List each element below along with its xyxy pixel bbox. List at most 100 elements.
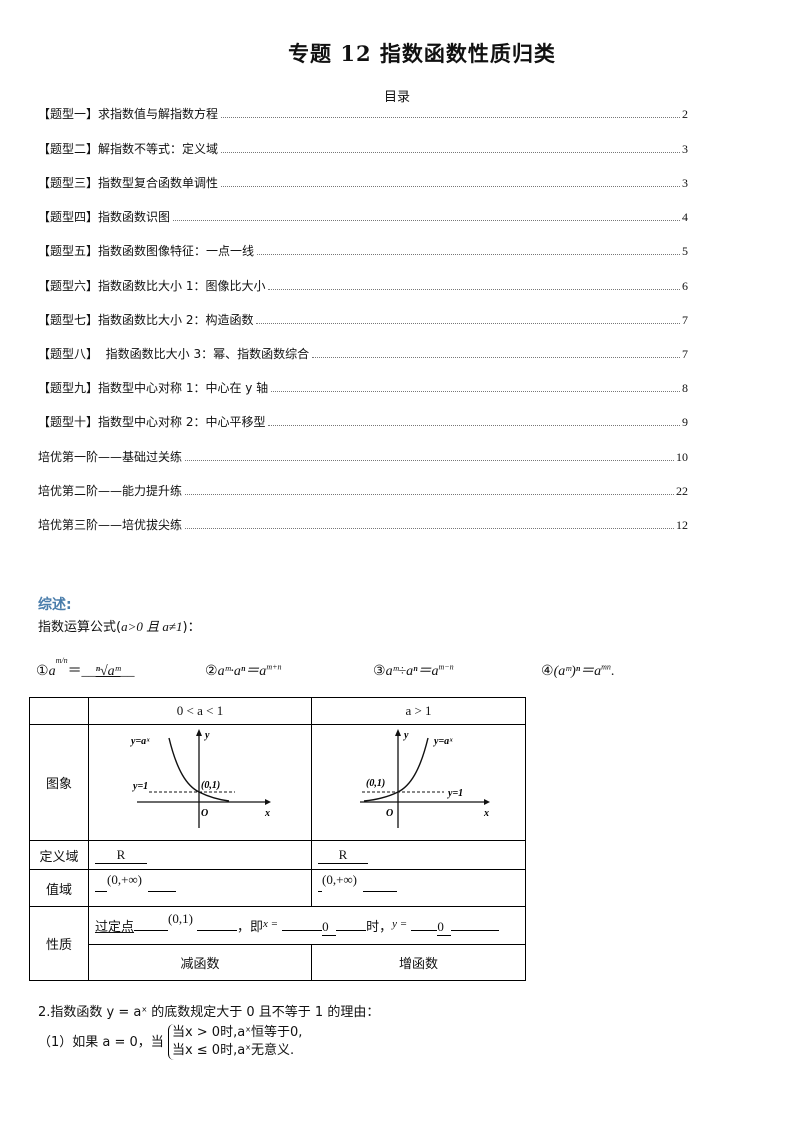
table-row-property: 性质 过定点(0,1)，即x = 0 时，y = 0 (29, 906, 526, 981)
x-axis-label: x (483, 808, 489, 819)
range-right-value: (0,+∞) (322, 872, 358, 887)
formula-intro: 指数运算公式(a>0 且 a≠1)： (38, 616, 201, 635)
toc-entry[interactable]: 培优第二阶——能力提升练 22 (38, 481, 688, 499)
toc-entry-page: 8 (682, 381, 688, 395)
y-value: 0 (437, 919, 452, 936)
piecewise-brace: 当x > 0时,aˣ恒等于0, 当x ≤ 0时,aˣ无意义. (167, 1024, 302, 1060)
toc-entry[interactable]: 【题型九】指数型中心对称 1：中心在 y 轴 8 (38, 378, 688, 396)
origin-label: O (386, 808, 393, 819)
toc-entry-page: 7 (682, 313, 688, 327)
toc-entry[interactable]: 【题型八】 指数函数比大小 3：幂、指数函数综合 7 (38, 344, 688, 362)
graph-decreasing: y=aˣ y=1 (0,1) O x y (130, 728, 271, 828)
toc-entry[interactable]: 培优第一阶——基础过关练 10 (38, 447, 688, 465)
intro-suffix: )： (182, 620, 201, 635)
range-right-cell: (0,+∞) (311, 869, 526, 907)
toc-entry-label: 【题型三】指数型复合函数单调性 (38, 176, 219, 190)
toc-entry[interactable]: 【题型五】指数函数图像特征：一点一线 5 (38, 241, 688, 259)
toc-entry-label: 【题型十】指数型中心对称 2：中心平移型 (38, 415, 266, 429)
toc-dot-leader (173, 219, 680, 221)
toc-entry-label: 【题型八】 指数函数比大小 3：幂、指数函数综合 (38, 347, 310, 361)
toc-entry[interactable]: 【题型六】指数函数比大小 1：图像比大小 6 (38, 276, 688, 294)
toc-entry[interactable]: 【题型七】指数函数比大小 2：构造函数 7 (38, 310, 688, 328)
table-header-row: 0 < a < 1 a > 1 (29, 697, 526, 725)
domain-right-value: R (318, 847, 368, 864)
range-left-cell: (0,+∞) (88, 869, 312, 907)
range-left-value: (0,+∞) (107, 872, 143, 887)
formula-1: ①am/n＝__ⁿ√aᵐ__ (36, 656, 135, 679)
toc-dot-leader (185, 493, 674, 495)
toc-entry-page: 10 (676, 450, 688, 464)
toc-entry-label: 【题型六】指数函数比大小 1：图像比大小 (38, 279, 266, 293)
exponential-properties-table: 0 < a < 1 a > 1 图象 y=aˣ y=1 (0,1) O x y (29, 697, 526, 981)
x-axis-arrow-icon (483, 798, 490, 805)
domain-right-cell: R (311, 840, 526, 870)
document-title: 专题 12 指数函数性质归类 (288, 41, 556, 66)
asymptote-label: y=1 (447, 788, 463, 799)
toc-entry[interactable]: 【题型四】指数函数识图 4 (38, 207, 688, 225)
toc-dot-leader (271, 390, 680, 392)
curve-label: y=aˣ (130, 736, 150, 747)
toc-dot-leader (185, 459, 674, 461)
header-base-less-than-one: 0 < a < 1 (88, 697, 312, 725)
x-value: 0 (322, 919, 337, 936)
toc-entry[interactable]: 【题型一】求指数值与解指数方程 2 (38, 104, 688, 122)
x-axis-arrow-icon (265, 798, 271, 805)
table-row-domain: 定义域 R R (29, 840, 526, 870)
header-empty (29, 697, 89, 725)
toc-entry-label: 培优第一阶——基础过关练 (38, 450, 183, 464)
table-row-monotonicity: 减函数 增函数 (30, 944, 526, 981)
x-axis-label: x (264, 808, 270, 819)
graph-decreasing-cell: y=aˣ y=1 (0,1) O x y (88, 724, 312, 841)
asymptote-label: y=1 (132, 781, 148, 792)
domain-label: 定义域 (29, 840, 89, 870)
case-nonpositive: 当x ≤ 0时,aˣ无意义. (171, 1043, 295, 1058)
toc-entry-label: 【题型二】解指数不等式：定义域 (38, 142, 219, 156)
monotonicity-left: 减函数 (88, 944, 312, 981)
table-row-graph: 图象 y=aˣ y=1 (0,1) O x y y=aˣ y=1 (0,1) O… (29, 724, 526, 841)
toc-entry-page: 22 (676, 484, 688, 498)
monotonicity-right: 增函数 (311, 944, 526, 981)
toc-entry[interactable]: 培优第三阶——培优拔尖练 12 (38, 515, 688, 533)
toc-entry-page: 3 (682, 176, 688, 190)
toc-dot-leader (268, 288, 680, 290)
toc-entry-page: 5 (682, 244, 688, 258)
header-base-greater-than-one: a > 1 (311, 697, 526, 725)
toc-entry[interactable]: 【题型二】解指数不等式：定义域 3 (38, 139, 688, 157)
y-axis-arrow-icon (394, 728, 401, 736)
toc-entry-page: 3 (682, 142, 688, 156)
graph-label: 图象 (29, 724, 89, 841)
toc-dot-leader (185, 527, 674, 529)
y-axis-arrow-icon (196, 728, 202, 736)
toc-entry-page: 4 (682, 210, 688, 224)
reason-case-zero: （1）如果 a = 0，当 当x > 0时,aˣ恒等于0, 当x ≤ 0时,aˣ… (38, 1024, 303, 1060)
toc-entry-label: 培优第三阶——培优拔尖练 (38, 518, 183, 532)
domain-left-cell: R (88, 840, 312, 870)
toc-entry-label: 【题型五】指数函数图像特征：一点一线 (38, 244, 255, 258)
domain-left-value: R (95, 847, 147, 864)
toc-dot-leader (256, 322, 680, 324)
toc-entry-label: 【题型七】指数函数比大小 2：构造函数 (38, 313, 254, 327)
toc-entry-page: 7 (682, 347, 688, 361)
toc-entry-page: 2 (682, 107, 688, 121)
property-label: 性质 (29, 906, 89, 981)
toc-dot-leader (221, 116, 680, 118)
fixed-point-cell: 过定点(0,1)，即x = 0 时，y = 0 (88, 906, 526, 945)
point-label: (0,1) (201, 780, 220, 791)
graph-increasing-cell: y=aˣ y=1 (0,1) O x y (311, 724, 526, 841)
point-label: (0,1) (366, 778, 385, 789)
summary-heading: 综述: (38, 597, 72, 613)
toc-entry-label: 【题型四】指数函数识图 (38, 210, 171, 224)
formula-2: ②aᵐ·aⁿ＝am+n (205, 662, 282, 679)
toc-entry-label: 【题型九】指数型中心对称 1：中心在 y 轴 (38, 381, 269, 395)
reason-heading: 2.指数函数 y = aˣ 的底数规定大于 0 且不等于 1 的理由： (38, 1005, 380, 1020)
fixed-point-value: (0,1) (168, 910, 193, 926)
toc-entry[interactable]: 【题型三】指数型复合函数单调性 3 (38, 173, 688, 191)
toc-entry[interactable]: 【题型十】指数型中心对称 2：中心平移型 9 (38, 412, 688, 430)
toc-entry-label: 【题型一】求指数值与解指数方程 (38, 107, 219, 121)
toc-entry-page: 6 (682, 279, 688, 293)
y-axis-label: y (204, 730, 210, 741)
toc-entry-label: 培优第二阶——能力提升练 (38, 484, 183, 498)
y-axis-label: y (403, 730, 409, 741)
toc-dot-leader (221, 151, 680, 153)
toc-dot-leader (221, 185, 680, 187)
